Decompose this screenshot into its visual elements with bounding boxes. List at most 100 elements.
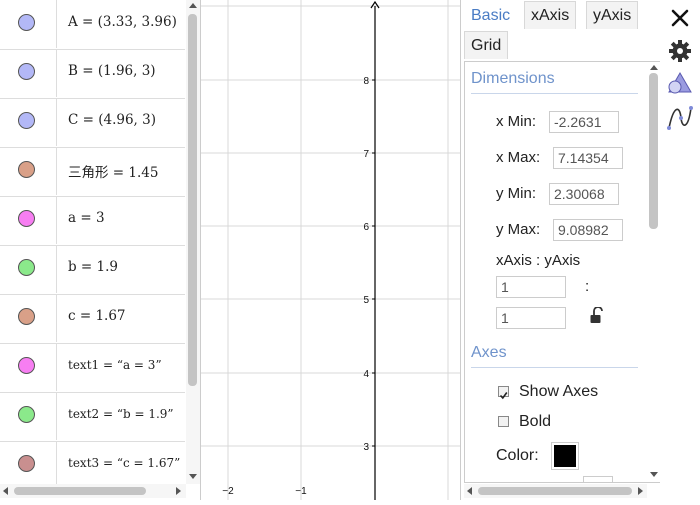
y-tick-label: 8 bbox=[363, 76, 369, 87]
checkmark-icon bbox=[499, 392, 508, 400]
bold-label: Bold bbox=[519, 413, 552, 430]
ymin-input[interactable]: 2.30068 bbox=[549, 183, 619, 205]
xmax-label: x Max: bbox=[496, 149, 541, 166]
visibility-toggle[interactable] bbox=[0, 294, 57, 342]
lock-open-icon[interactable] bbox=[589, 307, 605, 325]
tab-yaxis[interactable]: yAxis bbox=[586, 1, 639, 29]
dimensions-heading: Dimensions bbox=[471, 70, 555, 87]
algebra-item[interactable]: A = (3.33, 3.96) bbox=[0, 0, 185, 50]
algebra-item[interactable]: a = 3 bbox=[0, 196, 185, 246]
visibility-dot-icon[interactable] bbox=[18, 406, 35, 423]
visibility-toggle[interactable] bbox=[0, 98, 57, 146]
scroll-down-icon[interactable] bbox=[189, 474, 197, 479]
ymin-label: y Min: bbox=[496, 185, 537, 202]
scroll-left-icon[interactable] bbox=[3, 487, 8, 495]
y-tick-label: 7 bbox=[363, 149, 369, 160]
algebra-horizontal-scrollbar[interactable] bbox=[0, 484, 186, 498]
ymax-label: y Max: bbox=[496, 221, 541, 238]
visibility-dot-icon[interactable] bbox=[18, 63, 35, 80]
color-swatch bbox=[554, 445, 576, 467]
tab-basic[interactable]: Basic bbox=[464, 1, 518, 29]
algebra-item-text[interactable]: text3 = “c = 1.67” bbox=[68, 456, 180, 470]
y-tick-label: 3 bbox=[363, 442, 369, 453]
partial-control bbox=[583, 476, 613, 482]
x-tick-label: −2 bbox=[222, 486, 234, 497]
ratio-x-input[interactable]: 1 bbox=[496, 276, 566, 298]
settings-horizontal-scrollbar[interactable] bbox=[464, 484, 647, 498]
visibility-dot-icon[interactable] bbox=[18, 259, 35, 276]
visibility-dot-icon[interactable] bbox=[18, 308, 35, 325]
scroll-left-icon[interactable] bbox=[467, 487, 472, 495]
show-axes-checkbox[interactable] bbox=[498, 386, 509, 400]
axes-heading: Axes bbox=[471, 344, 507, 361]
visibility-toggle[interactable] bbox=[0, 196, 57, 244]
x-tick-label: −1 bbox=[295, 486, 307, 497]
axis-ratio-label: xAxis : yAxis bbox=[496, 252, 581, 269]
settings-panel: Basic xAxis yAxis Grid Dimensions x Min:… bbox=[460, 0, 661, 500]
ratio-y-input[interactable]: 1 bbox=[496, 307, 566, 329]
algebra-item[interactable]: C = (4.96, 3) bbox=[0, 98, 185, 148]
geometry-shapes-icon[interactable] bbox=[666, 70, 694, 98]
visibility-toggle[interactable] bbox=[0, 49, 57, 97]
scroll-up-icon[interactable] bbox=[189, 3, 197, 8]
algebra-vertical-scrollbar[interactable] bbox=[186, 0, 200, 484]
xmax-input[interactable]: 7.14354 bbox=[553, 147, 623, 169]
y-tick-label: 6 bbox=[363, 222, 369, 233]
settings-vertical-scrollbar[interactable] bbox=[647, 0, 661, 484]
coordinate-grid bbox=[201, 0, 461, 500]
y-axis-ticks: 8 7 6 5 4 3 bbox=[363, 76, 375, 453]
visibility-dot-icon[interactable] bbox=[18, 210, 35, 227]
algebra-item-text[interactable]: 三角形 = 1.45 bbox=[68, 161, 158, 181]
scroll-thumb[interactable] bbox=[14, 487, 146, 495]
algebra-view: A = (3.33, 3.96) B = (1.96, 3) C = (4.96, … bbox=[0, 0, 200, 500]
visibility-dot-icon[interactable] bbox=[18, 455, 35, 472]
ratio-separator: : bbox=[585, 278, 590, 295]
graphics-view[interactable]: 8 7 6 5 4 3 −2 −1 bbox=[200, 0, 461, 500]
visibility-toggle[interactable] bbox=[0, 147, 57, 195]
algebra-item[interactable]: text2 = “b = 1.9” bbox=[0, 392, 185, 442]
algebra-item-text[interactable]: text1 = “a = 3” bbox=[68, 358, 162, 372]
algebra-item-text[interactable]: B = (1.96, 3) bbox=[68, 63, 156, 79]
algebra-item-text[interactable]: text2 = “b = 1.9” bbox=[68, 407, 174, 421]
visibility-dot-icon[interactable] bbox=[18, 357, 35, 374]
xmin-input[interactable]: -2.2631 bbox=[549, 111, 619, 133]
algebra-item[interactable]: b = 1.9 bbox=[0, 245, 185, 295]
scroll-thumb[interactable] bbox=[649, 73, 658, 229]
tab-xaxis[interactable]: xAxis bbox=[524, 1, 577, 29]
gear-icon[interactable] bbox=[666, 37, 694, 65]
algebra-item-text[interactable]: C = (4.96, 3) bbox=[68, 112, 156, 128]
algebra-item-text[interactable]: A = (3.33, 3.96) bbox=[68, 14, 177, 30]
scroll-thumb[interactable] bbox=[478, 487, 632, 495]
algebra-item[interactable]: B = (1.96, 3) bbox=[0, 49, 185, 99]
xmin-label: x Min: bbox=[496, 113, 537, 130]
bold-checkbox[interactable] bbox=[498, 416, 509, 427]
algebra-item-text[interactable]: b = 1.9 bbox=[68, 259, 118, 275]
algebra-item[interactable]: 三角形 = 1.45 bbox=[0, 147, 185, 197]
visibility-toggle[interactable] bbox=[0, 245, 57, 293]
close-icon[interactable] bbox=[666, 4, 694, 32]
visibility-toggle[interactable] bbox=[0, 0, 57, 48]
visibility-dot-icon[interactable] bbox=[18, 161, 35, 178]
visibility-toggle[interactable] bbox=[0, 441, 57, 489]
visibility-dot-icon[interactable] bbox=[18, 14, 35, 31]
scroll-up-icon[interactable] bbox=[650, 65, 658, 70]
visibility-toggle[interactable] bbox=[0, 392, 57, 440]
scroll-thumb[interactable] bbox=[188, 14, 197, 386]
divider bbox=[471, 367, 638, 368]
algebra-item[interactable]: c = 1.67 bbox=[0, 294, 185, 344]
visibility-dot-icon[interactable] bbox=[18, 112, 35, 129]
algebra-item-text[interactable]: a = 3 bbox=[68, 210, 105, 226]
algebra-item[interactable]: text1 = “a = 3” bbox=[0, 343, 185, 393]
scroll-right-icon[interactable] bbox=[638, 487, 643, 495]
scroll-down-icon[interactable] bbox=[650, 472, 658, 477]
color-swatch-button[interactable] bbox=[551, 442, 579, 470]
function-graph-icon[interactable] bbox=[666, 104, 694, 132]
graphics-canvas[interactable]: 8 7 6 5 4 3 −2 −1 bbox=[201, 0, 461, 500]
scroll-right-icon[interactable] bbox=[176, 487, 181, 495]
algebra-item-text[interactable]: c = 1.67 bbox=[68, 308, 126, 324]
color-label: Color: bbox=[496, 447, 539, 464]
visibility-toggle[interactable] bbox=[0, 343, 57, 391]
ymax-input[interactable]: 9.08982 bbox=[553, 219, 623, 241]
y-tick-label: 5 bbox=[363, 295, 369, 306]
tab-grid[interactable]: Grid bbox=[464, 31, 509, 59]
